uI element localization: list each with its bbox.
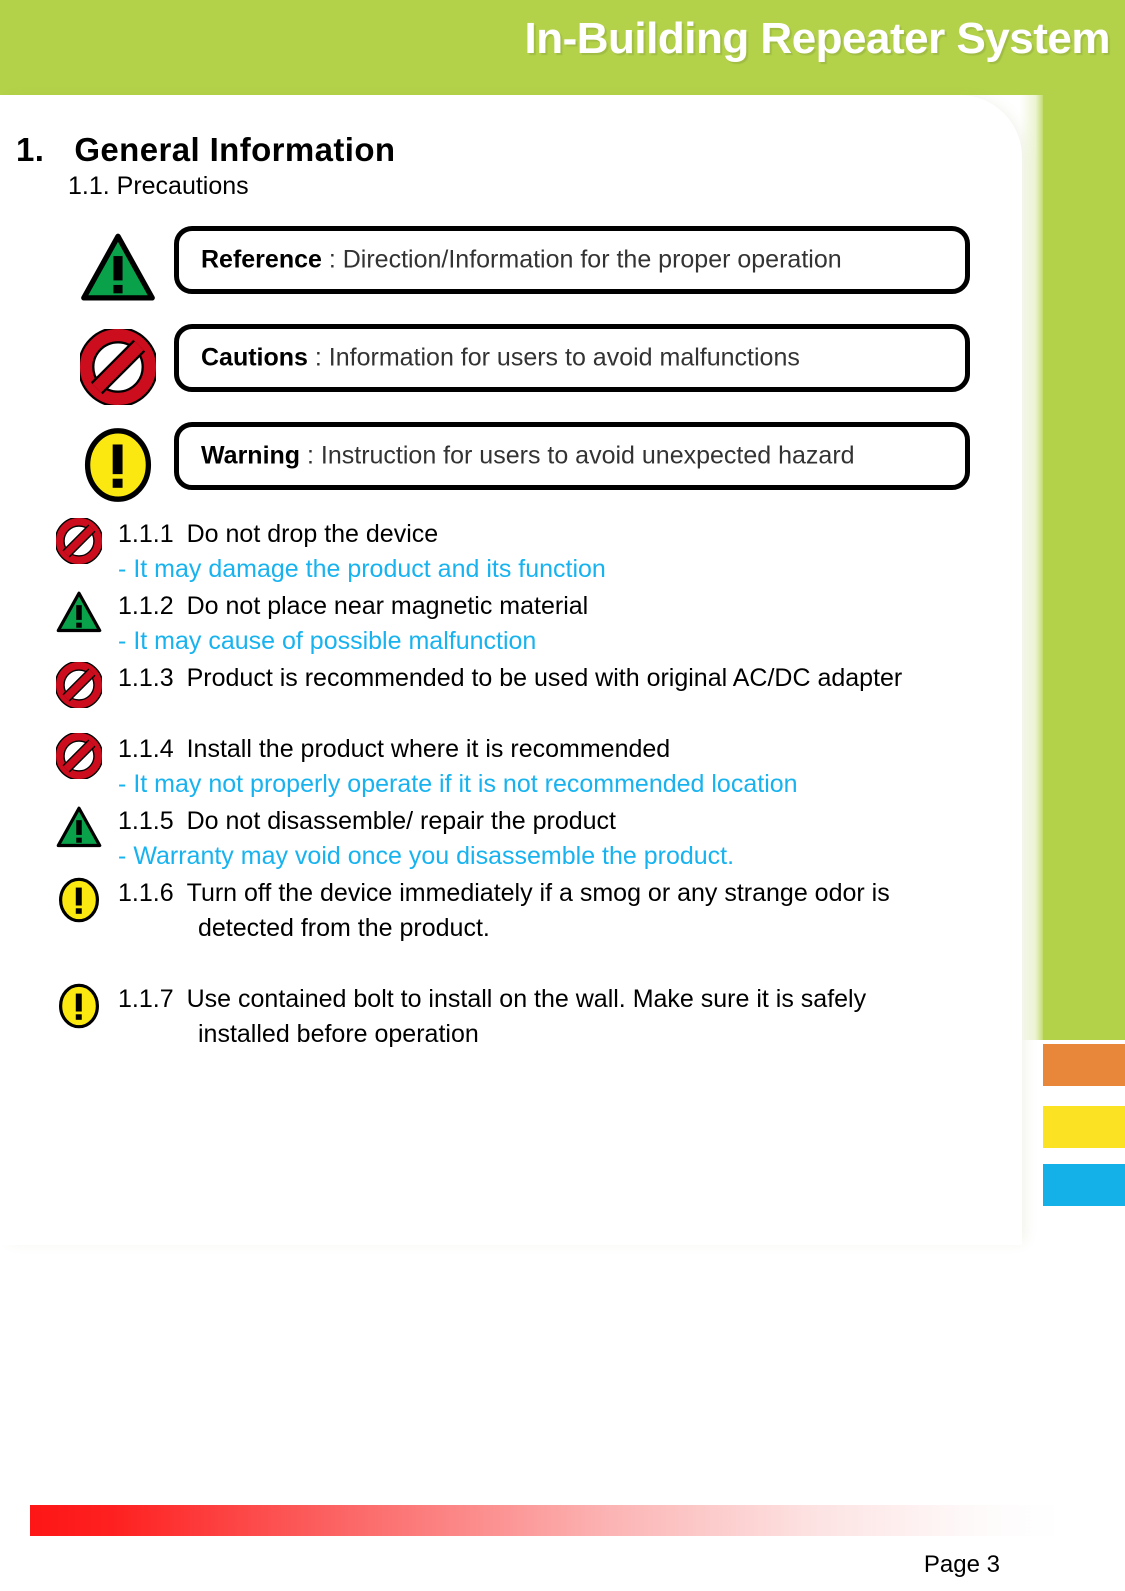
precaution-item-number: 1.1.4 xyxy=(118,735,174,763)
precaution-item: 1.1.6 Turn off the device immediately if … xyxy=(0,874,1022,946)
page-title: In-Building Repeater System xyxy=(524,14,1110,63)
precaution-item-line: 1.1.5 Do not disassemble/ repair the prod… xyxy=(118,802,1022,839)
yellow-circle-exclamation-icon xyxy=(56,877,102,923)
precaution-item: 1.1.1 Do not drop the device xyxy=(0,515,1022,564)
subsection-heading: 1.1. Precautions xyxy=(68,172,249,200)
precaution-item-line: 1.1.3 Product is recommended to be used w… xyxy=(118,659,1022,696)
section-title: General Information xyxy=(74,131,396,168)
precaution-item-line: 1.1.6 Turn off the device immediately if … xyxy=(118,874,1022,911)
precaution-item-text: Product is recommended to be used with o… xyxy=(186,664,903,692)
legend-separator: : xyxy=(300,441,321,470)
precaution-item-text: Do not drop the device xyxy=(186,520,439,548)
legend-label: Reference xyxy=(201,245,322,274)
yellow-circle-exclamation-icon xyxy=(56,983,102,1029)
note-text: Warranty may void once you disassemble t… xyxy=(133,842,735,870)
legend-box: Cautions : Information for users to avoi… xyxy=(174,324,970,392)
note-dash: - xyxy=(118,627,127,655)
legend-separator: : xyxy=(307,343,329,372)
accent-bar-yellow xyxy=(1043,1106,1125,1148)
yellow-circle-exclamation-icon xyxy=(80,427,156,503)
red-prohibition-icon xyxy=(56,518,102,564)
accent-bar-orange xyxy=(1043,1044,1125,1086)
precaution-item-text: Do not disassemble/ repair the product xyxy=(186,807,617,835)
precaution-item: 1.1.7 Use contained bolt to install on th… xyxy=(0,980,1022,1052)
legend-label: Warning xyxy=(201,441,301,470)
precaution-item: 1.1.3 Product is recommended to be used w… xyxy=(0,659,1022,708)
precaution-item-line: 1.1.1 Do not drop the device xyxy=(118,515,1022,552)
precaution-item-note: - Warranty may void once you disassemble … xyxy=(0,839,1022,874)
legend-text: Warning : Instruction for users to avoid… xyxy=(201,442,855,471)
legend-text: Cautions : Information for users to avoi… xyxy=(201,344,800,373)
precaution-item-continuation: detected from the product. xyxy=(198,914,490,942)
precaution-item: 1.1.5 Do not disassemble/ repair the prod… xyxy=(0,802,1022,848)
legend-description: Information for users to avoid malfuncti… xyxy=(328,343,800,372)
legend-label: Cautions xyxy=(201,343,308,372)
precaution-item-text: Install the product where it is recommen… xyxy=(186,735,671,763)
precaution-item-number: 1.1.6 xyxy=(118,879,174,907)
note-text: It may damage the product and its functi… xyxy=(133,555,606,583)
precaution-item-text: Turn off the device immediately if a smo… xyxy=(186,879,890,907)
precaution-item-text: Do not place near magnetic material xyxy=(186,592,589,620)
note-dash: - xyxy=(118,555,127,583)
precaution-item-number: 1.1.2 xyxy=(118,592,174,620)
page-number-label: Page 3 xyxy=(923,1551,1000,1578)
green-triangle-exclamation-icon xyxy=(80,231,156,307)
footer-gradient-bar xyxy=(30,1505,1060,1536)
legend-row: Reference : Direction/Information for th… xyxy=(0,225,1022,323)
legend-row: Warning : Instruction for users to avoid… xyxy=(0,421,1022,519)
green-triangle-exclamation-icon xyxy=(56,590,102,636)
right-green-band xyxy=(1043,95,1125,1040)
item-spacer xyxy=(0,946,1022,980)
legend-description: Direction/Information for the proper ope… xyxy=(342,245,842,274)
precaution-item-note: - It may not properly operate if it is no… xyxy=(0,767,1022,802)
precaution-item-list: 1.1.1 Do not drop the device - It may damag… xyxy=(0,515,1022,1052)
red-prohibition-icon xyxy=(56,733,102,779)
legend-description: Instruction for users to avoid unexpecte… xyxy=(320,441,855,470)
section-number: 1. xyxy=(16,131,45,168)
precaution-item-line: 1.1.4 Install the product where it is rec… xyxy=(118,730,1022,767)
precaution-item-line: 1.1.2 Do not place near magnetic material xyxy=(118,587,1022,624)
red-prohibition-icon xyxy=(80,329,156,405)
item-spacer xyxy=(0,696,1022,730)
precaution-item-note: - It may cause of possible malfunction xyxy=(0,624,1022,659)
section-heading: 1. General Information xyxy=(16,131,395,169)
precaution-item-number: 1.1.5 xyxy=(118,807,174,835)
legend-box: Warning : Instruction for users to avoid… xyxy=(174,422,970,490)
legend-row: Cautions : Information for users to avoi… xyxy=(0,323,1022,421)
legend-text: Reference : Direction/Information for th… xyxy=(201,246,842,275)
precaution-item-continuation: installed before operation xyxy=(198,1020,479,1048)
note-text: It may not properly operate if it is not… xyxy=(133,770,798,798)
document-page: In-Building Repeater System 1. General In… xyxy=(0,0,1125,1591)
legend-separator: : xyxy=(321,245,343,274)
note-dash: - xyxy=(118,842,127,870)
accent-bar-blue xyxy=(1043,1164,1125,1206)
precaution-item: 1.1.4 Install the product where it is rec… xyxy=(0,730,1022,779)
legend-box: Reference : Direction/Information for th… xyxy=(174,226,970,294)
green-triangle-exclamation-icon xyxy=(56,805,102,851)
precaution-item-number: 1.1.1 xyxy=(118,520,174,548)
precaution-item-number: 1.1.7 xyxy=(118,985,174,1013)
precaution-item-number: 1.1.3 xyxy=(118,664,174,692)
precaution-item-note: - It may damage the product and its funct… xyxy=(0,552,1022,587)
legend-list: Reference : Direction/Information for th… xyxy=(0,225,1022,519)
note-dash: - xyxy=(118,770,127,798)
precaution-item-text: Use contained bolt to install on the wal… xyxy=(186,985,867,1013)
precaution-item: 1.1.2 Do not place near magnetic material xyxy=(0,587,1022,633)
red-prohibition-icon xyxy=(56,662,102,708)
precaution-item-line: 1.1.7 Use contained bolt to install on th… xyxy=(118,980,1022,1017)
note-text: It may cause of possible malfunction xyxy=(133,627,537,655)
